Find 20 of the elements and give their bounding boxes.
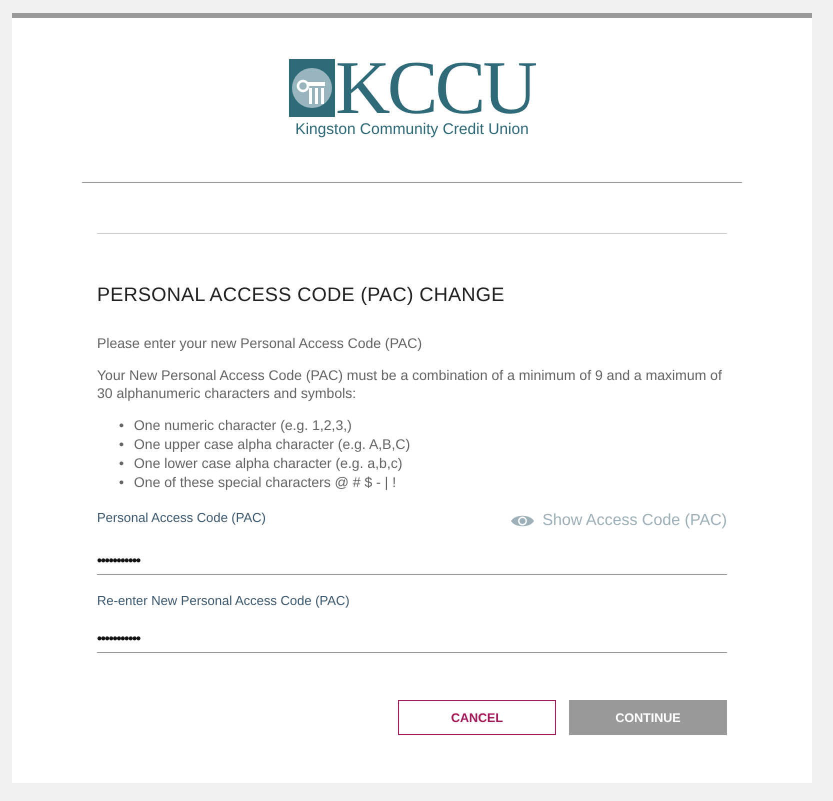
bullet: • — [119, 454, 124, 473]
bullet: • — [119, 416, 124, 435]
column-emblem-icon — [289, 59, 336, 117]
logo-tagline: Kingston Community Credit Union — [295, 121, 529, 139]
bullet: • — [119, 435, 124, 454]
logo-wordmark: KCCU — [335, 59, 535, 117]
field-label: Re-enter New Personal Access Code (PAC) — [97, 592, 350, 608]
requirements-text: Your New Personal Access Code (PAC) must be a combination of a minimum of 9 and a maximum of 30 alphanumeric characters and symbols: — [97, 366, 723, 402]
bullet: • — [119, 473, 124, 492]
password-field[interactable]: ••••••••••• — [97, 614, 727, 653]
field-label: Personal Access Code (PAC) — [97, 509, 266, 525]
page-title: PERSONAL ACCESS CODE (PAC) CHANGE — [97, 284, 506, 307]
cancel-button[interactable]: CANCEL — [398, 700, 556, 735]
eye-icon — [511, 514, 534, 528]
requirement-item: One numeric character (e.g. 1,2,3,) — [134, 416, 352, 435]
intro-text: Please enter your new Personal Access Code (PAC) — [97, 334, 424, 352]
requirement-item: One lower case alpha character (e.g. a,b,c) — [134, 454, 402, 473]
password-field[interactable]: ••••••••••• — [97, 536, 727, 575]
requirement-item: One of these special characters @ # $ - | ! — [134, 473, 396, 492]
requirement-item: One upper case alpha character (e.g. A,B,C) — [134, 435, 410, 454]
